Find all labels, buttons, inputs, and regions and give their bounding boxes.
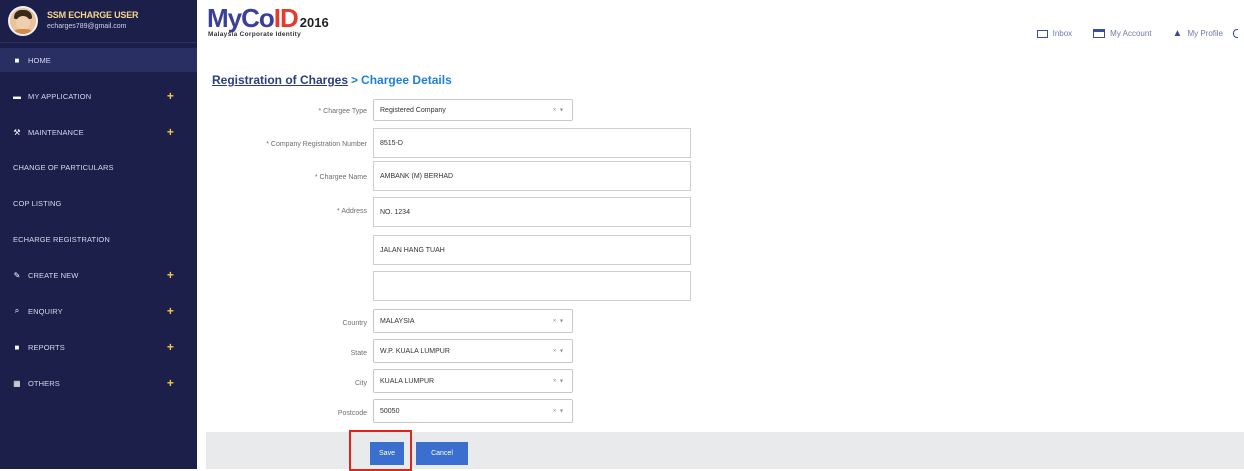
chargee-name-value: AMBANK (M) BERHAD [380, 172, 454, 180]
state-select[interactable]: W.P. KUALA LUMPUR × ▾ [373, 339, 573, 363]
address-line1-value: NO. 1234 [380, 208, 410, 216]
postcode-value: 50050 [380, 407, 400, 415]
form-action-bar [206, 432, 1244, 469]
address-line2-value: JALAN HANG TUAH [380, 246, 445, 254]
list-icon: ▬ [12, 91, 22, 101]
sidebar-item-label: COP LISTING [13, 198, 62, 208]
mycoid-logo[interactable]: MyCoID 2016 Malaysia Corporate Identity [207, 4, 377, 42]
sidebar-item-others[interactable]: ▦ OTHERS + [0, 371, 197, 395]
file-icon: ■ [14, 342, 20, 352]
company-reg-input[interactable]: 8515-D [373, 128, 691, 158]
sidebar-item-label: MY APPLICATION [28, 91, 92, 101]
sidebar-item-home[interactable]: ■ HOME [0, 48, 197, 72]
save-button[interactable]: Save [370, 442, 404, 465]
chargee-type-select[interactable]: Registered Company × ▾ [373, 99, 573, 121]
sidebar-item-my-application[interactable]: ▬ MY APPLICATION + [0, 84, 197, 108]
header-links: Inbox My Account ▲ My Profile [1016, 28, 1238, 39]
avatar [8, 6, 38, 36]
sidebar-item-label: ENQUIRY [28, 306, 63, 316]
logo-prefix: MyCo [207, 3, 275, 33]
company-reg-label: * Company Registration Number [266, 141, 367, 148]
sidebar-item-label: CREATE NEW [28, 270, 79, 280]
user-panel[interactable]: SSM ECHARGE USER echarges789@gmail.com [0, 0, 197, 43]
expand-plus-icon[interactable]: + [167, 340, 174, 354]
sidebar-item-label: REPORTS [28, 342, 65, 352]
logo-subtitle: Malaysia Corporate Identity [208, 31, 301, 38]
my-account-link[interactable]: My Account [1093, 29, 1152, 38]
address-line2-input[interactable]: JALAN HANG TUAH [373, 235, 691, 265]
country-value: MALAYSIA [380, 317, 415, 325]
chargee-type-label: * Chargee Type [318, 108, 367, 115]
grid-icon: ▦ [13, 378, 21, 388]
envelope-icon [1036, 29, 1048, 38]
address-line1-input[interactable]: NO. 1234 [373, 197, 691, 227]
city-value: KUALA LUMPUR [380, 377, 435, 385]
logo-id: ID [273, 3, 299, 33]
sidebar-item-label: MAINTENANCE [28, 127, 84, 137]
sidebar-item-enquiry[interactable]: ⌕ ENQUIRY + [0, 299, 197, 323]
chevron-down-icon: × ▾ [552, 318, 564, 325]
address-label: * Address [337, 208, 367, 215]
chevron-down-icon: × ▾ [552, 408, 564, 415]
sidebar-item-label: CHANGE OF PARTICULARS [13, 162, 114, 172]
user-email: echarges789@gmail.com [47, 23, 127, 30]
state-label: State [350, 350, 367, 357]
sidebar-item-label: OTHERS [28, 378, 60, 388]
user-name: SSM ECHARGE USER [47, 10, 139, 20]
my-profile-label: My Profile [1187, 29, 1223, 38]
sidebar-item-label: ECHARGE REGISTRATION [13, 234, 110, 244]
sidebar-item-maintenance[interactable]: ⚒ MAINTENANCE + [0, 120, 197, 144]
expand-plus-icon[interactable]: + [167, 376, 174, 390]
inbox-link[interactable]: Inbox [1036, 29, 1073, 38]
breadcrumb: Registration of Charges > Chargee Details [212, 73, 452, 87]
chargee-name-label: * Chargee Name [314, 174, 367, 181]
company-reg-value: 8515-D [380, 139, 403, 147]
country-select[interactable]: MALAYSIA × ▾ [373, 309, 573, 333]
postcode-select[interactable]: 50050 × ▾ [373, 399, 573, 423]
cancel-button[interactable]: Cancel [416, 442, 468, 465]
expand-plus-icon[interactable]: + [167, 125, 174, 139]
sidebar-item-echarge-registration[interactable]: ECHARGE REGISTRATION [0, 227, 197, 251]
expand-plus-icon[interactable]: + [167, 268, 174, 282]
city-label: City [354, 380, 367, 387]
breadcrumb-separator: > [351, 73, 359, 87]
logo-year: 2016 [299, 15, 329, 30]
city-select[interactable]: KUALA LUMPUR × ▾ [373, 369, 573, 393]
user-icon: ▲ [1172, 28, 1183, 39]
wrench-icon: ⚒ [13, 127, 21, 137]
postcode-label: Postcode [337, 410, 367, 417]
my-profile-link[interactable]: ▲ My Profile [1173, 28, 1223, 39]
chevron-down-icon: × ▾ [552, 348, 564, 355]
chevron-down-icon: × ▾ [552, 378, 564, 385]
search-icon: ⌕ [14, 306, 20, 315]
chargee-name-input[interactable]: AMBANK (M) BERHAD [373, 161, 691, 191]
sidebar-item-create-new[interactable]: ✎ CREATE NEW + [0, 263, 197, 287]
sidebar-item-label: HOME [28, 55, 51, 65]
power-icon[interactable] [1233, 29, 1238, 38]
sidebar: SSM ECHARGE USER echarges789@gmail.com ■… [0, 0, 197, 469]
breadcrumb-root[interactable]: Registration of Charges [212, 73, 348, 87]
chargee-type-value: Registered Company [380, 106, 446, 114]
user-info: SSM ECHARGE USER echarges789@gmail.com [47, 10, 139, 32]
country-label: Country [342, 320, 367, 327]
home-icon: ■ [14, 55, 20, 65]
my-account-label: My Account [1110, 29, 1152, 38]
sidebar-item-cop-listing[interactable]: COP LISTING [0, 191, 197, 215]
state-value: W.P. KUALA LUMPUR [380, 347, 450, 355]
breadcrumb-current: Chargee Details [361, 73, 452, 87]
inbox-label: Inbox [1052, 29, 1073, 38]
expand-plus-icon[interactable]: + [167, 304, 174, 318]
sidebar-item-reports[interactable]: ■ REPORTS + [0, 335, 197, 359]
expand-plus-icon[interactable]: + [167, 89, 174, 103]
sidebar-item-change-of-particulars[interactable]: CHANGE OF PARTICULARS [0, 155, 197, 179]
chevron-down-icon: × ▾ [552, 107, 564, 114]
credit-card-icon [1093, 29, 1106, 38]
edit-icon: ✎ [13, 270, 21, 280]
address-line3-input[interactable] [373, 271, 691, 301]
